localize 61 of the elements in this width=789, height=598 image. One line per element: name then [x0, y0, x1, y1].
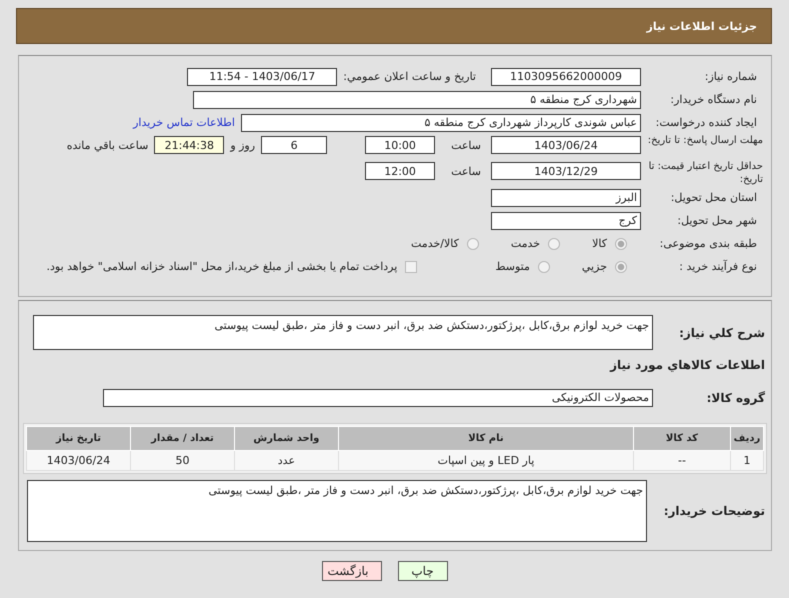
table-cell: 1403/06/24: [26, 450, 130, 470]
radio-button[interactable]: [538, 260, 550, 272]
radio-label: خدمت: [510, 237, 540, 250]
buyer-org-field: شهرداری کرج منطقه ۵: [193, 90, 641, 108]
column-header: نام کالا: [338, 426, 634, 450]
radio-label: كالا: [592, 237, 607, 250]
days-field: 6: [261, 136, 328, 154]
time-field: 12:00: [365, 162, 436, 180]
radio-button[interactable]: [615, 238, 627, 250]
field-label: شهر محل تحويل:: [676, 214, 758, 227]
column-header: تعداد / مقدار: [130, 426, 234, 450]
field-label: گروه كالا:: [706, 390, 766, 404]
days-label: روز و: [230, 139, 256, 152]
field-label: شرح كلي نياز:: [678, 326, 766, 340]
buyer-notes-field: جهت خرید لوازم برق،کابل ،پرژکتور،دستکش ضد برق، انبر دست و فاز متر ،طبق لیست پیوستی: [27, 480, 647, 542]
field-label: استان محل تحويل:: [670, 191, 758, 204]
table-cell: پار LED و پین اسپات: [338, 450, 634, 470]
radio-label: جزيي: [582, 260, 607, 273]
section-heading: اطلاعات كالاهاي مورد نياز: [608, 358, 766, 372]
remaining-time-field: 21:44:38: [154, 136, 224, 154]
date-field: 1403/12/29: [491, 162, 641, 180]
announce-date-field: 1403/06/17 - 11:54: [187, 68, 338, 86]
field-label: ايجاد کننده درخواست:: [654, 116, 758, 129]
province-field: البرز: [491, 188, 641, 206]
radio-button[interactable]: [615, 260, 627, 272]
field-label: طبقه بندی موضوعی:: [658, 237, 758, 250]
radio-label: متوسط: [495, 260, 530, 273]
field-label: شماره نياز:: [704, 70, 758, 83]
checkbox[interactable]: [405, 260, 418, 272]
goods-group-field: محصولات الکترونیکی: [103, 388, 653, 406]
column-header: رديف: [730, 426, 764, 450]
time-label: ساعت: [451, 139, 481, 152]
back-button[interactable]: بازگشت: [322, 561, 382, 581]
time-field: 10:00: [365, 136, 436, 154]
need-number-field: 1103095662000009: [491, 68, 641, 86]
field-label: نام دستگاه خريدار:: [669, 93, 758, 106]
time-label: ساعت: [451, 165, 481, 178]
field-label: نوع فرآيند خريد :: [678, 260, 758, 273]
print-button[interactable]: چاپ: [398, 561, 448, 581]
table-cell: عدد: [234, 450, 338, 470]
field-label: توضيحات خريدار:: [662, 504, 766, 518]
date-field: 1403/06/24: [491, 136, 641, 154]
creator-field: عباس شوندی کارپرداز شهرداری کرج منطقه ۵: [241, 114, 641, 132]
column-header: تاريخ نياز: [26, 426, 130, 450]
column-header: واحد شمارش: [234, 426, 338, 450]
description-field: جهت خرید لوازم برق،کابل ،پرژکتور،دستکش ضد برق، انبر دست و فاز متر ،طبق لیست پیوستی: [33, 315, 653, 350]
field-label: مهلت ارسال پاسخ: تا تاريخ:: [646, 134, 764, 147]
table-cell: 1: [730, 450, 764, 470]
radio-label: كالا/خدمت: [411, 237, 459, 250]
field-label: تاريخ و ساعت اعلان عمومي:: [343, 70, 476, 83]
field-label: حداقل تاريخ اعتبار قيمت: تا تاريخ:: [648, 160, 764, 186]
table-cell: 50: [130, 450, 234, 470]
radio-button[interactable]: [466, 238, 479, 250]
radio-button[interactable]: [548, 238, 560, 250]
remaining-label: ساعت باقي مانده: [66, 139, 148, 152]
table-cell: --: [634, 450, 730, 470]
column-header: کد کالا: [634, 426, 730, 450]
contact-link[interactable]: اطلاعات تماس خريدار: [133, 116, 235, 129]
checkbox-label: پرداخت تمام يا بخشی از مبلغ خريد،از محل "اسناد خزانه اسلامی" خواهد بود.: [46, 260, 398, 273]
page-title: جزئيات اطلاعات نياز: [646, 20, 757, 32]
city-field: کرج: [491, 212, 641, 230]
